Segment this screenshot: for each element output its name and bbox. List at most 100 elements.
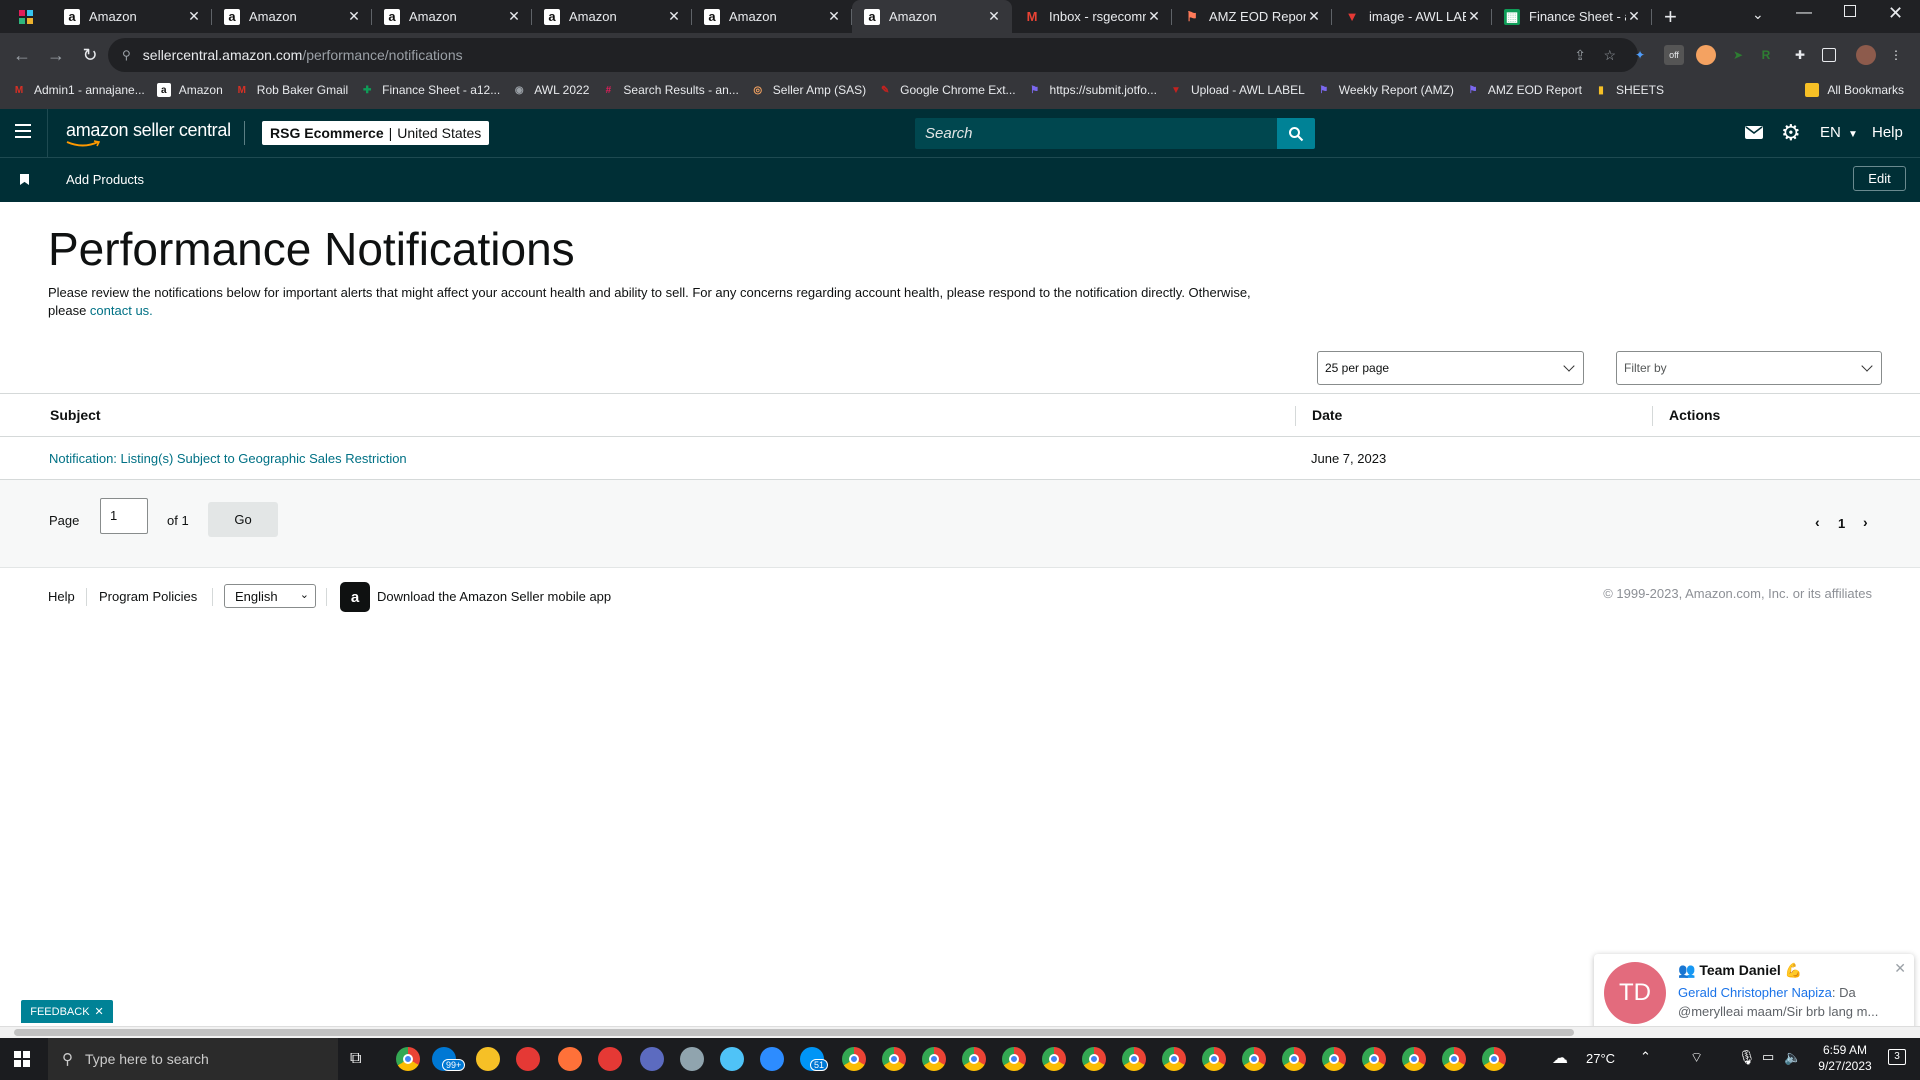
bookmark-item[interactable]: ▮ SHEETS xyxy=(1594,83,1664,97)
bookmark-item[interactable]: ◉ AWL 2022 xyxy=(512,83,590,97)
network-icon[interactable]: ⌔ xyxy=(1690,1049,1703,1067)
share-icon[interactable]: ⇪ xyxy=(1574,47,1586,64)
edit-bookmarks-button[interactable]: Edit xyxy=(1853,166,1906,191)
column-header-date[interactable]: Date xyxy=(1312,394,1342,436)
show-hidden-icons-icon[interactable]: ⌃ xyxy=(1640,1049,1651,1065)
bookmark-item[interactable]: ▼ Upload - AWL LABEL xyxy=(1169,83,1305,97)
close-tab-icon[interactable]: ✕ xyxy=(666,8,682,25)
download-app-link[interactable]: Download the Amazon Seller mobile app xyxy=(377,589,611,604)
new-tab-button[interactable]: + xyxy=(1664,0,1677,33)
close-tab-icon[interactable]: ✕ xyxy=(1466,8,1482,25)
dropbox-extension-icon[interactable]: ✦ xyxy=(1630,45,1650,65)
notification-subject-link[interactable]: Notification: Listing(s) Subject to Geog… xyxy=(49,451,407,466)
chat-notification[interactable]: TD 👥 Team Daniel 💪 Gerald Christopher Na… xyxy=(1594,954,1914,1034)
bookmark-item[interactable]: ⚑ Weekly Report (AMZ) xyxy=(1317,83,1454,97)
chrome-icon[interactable] xyxy=(396,1047,420,1071)
weather-temp[interactable]: 27°C xyxy=(1586,1051,1615,1066)
help-link[interactable]: Help xyxy=(1872,124,1903,141)
chrome-icon[interactable] xyxy=(1202,1047,1226,1071)
weather-icon[interactable]: ☁ xyxy=(1552,1048,1568,1068)
chrome-menu-icon[interactable]: ⋮ xyxy=(1886,45,1906,65)
close-tab-icon[interactable]: ✕ xyxy=(1146,8,1162,25)
file-explorer-icon[interactable] xyxy=(476,1047,500,1071)
bookmark-icon[interactable] xyxy=(20,174,29,185)
notification-center-icon[interactable]: 3 xyxy=(1888,1049,1906,1065)
volume-icon[interactable]: 🔈 xyxy=(1784,1049,1801,1066)
chrome-icon[interactable] xyxy=(1362,1047,1386,1071)
chrome-icon[interactable] xyxy=(882,1047,906,1071)
close-icon[interactable]: ✕ xyxy=(95,1005,104,1018)
bookmark-item[interactable]: M Rob Baker Gmail xyxy=(235,83,349,97)
chrome-icon[interactable] xyxy=(922,1047,946,1071)
wps-icon[interactable] xyxy=(598,1047,622,1071)
account-switcher[interactable]: RSG Ecommerce | United States xyxy=(262,121,490,145)
previous-page-icon[interactable]: ‹ xyxy=(1815,514,1820,530)
reload-icon[interactable]: ↻ xyxy=(76,41,104,69)
chrome-icon[interactable] xyxy=(1042,1047,1066,1071)
arrow-extension-icon[interactable]: ➤ xyxy=(1728,45,1748,65)
microphone-icon[interactable]: 🎙 xyxy=(1738,1049,1756,1066)
messenger-icon[interactable]: 51 xyxy=(800,1047,829,1071)
close-tab-icon[interactable]: ✕ xyxy=(826,8,842,25)
per-page-select[interactable]: 25 per page xyxy=(1317,351,1584,385)
chrome-icon[interactable] xyxy=(1482,1047,1506,1071)
r-extension-icon[interactable]: R xyxy=(1756,45,1776,65)
site-info-icon[interactable]: ⚲ xyxy=(122,48,131,62)
current-page-number[interactable]: 1 xyxy=(1838,516,1845,531)
battery-icon[interactable]: ▭ xyxy=(1762,1049,1774,1065)
chrome-icon[interactable] xyxy=(1002,1047,1026,1071)
forward-icon[interactable]: → xyxy=(42,41,70,69)
filter-select[interactable]: Filter by xyxy=(1616,351,1882,385)
zoom-icon[interactable] xyxy=(760,1047,784,1071)
scrollbar-thumb[interactable] xyxy=(14,1029,1574,1036)
column-header-subject[interactable]: Subject xyxy=(50,394,101,436)
restore-button[interactable] xyxy=(1844,5,1856,17)
chrome-icon[interactable] xyxy=(962,1047,986,1071)
task-view-icon[interactable]: ⧉ xyxy=(350,1050,361,1068)
settings-gear-icon[interactable]: ⚙ xyxy=(1781,120,1801,146)
search-button[interactable] xyxy=(1277,118,1315,149)
close-window-button[interactable]: ✕ xyxy=(1888,3,1903,24)
browser-tab[interactable]: a Amazon ✕ xyxy=(852,0,1012,33)
taskbar-search-box[interactable]: ⚲ Type here to search xyxy=(48,1038,338,1080)
bookmark-item[interactable]: ◎ Seller Amp (SAS) xyxy=(751,83,866,97)
bookmark-item[interactable]: ✎ Google Chrome Ext... xyxy=(878,83,1016,97)
tab-search-icon[interactable] xyxy=(14,0,38,33)
paint-icon[interactable] xyxy=(516,1047,540,1071)
amazon-app-icon[interactable]: a xyxy=(340,582,370,612)
horizontal-scrollbar[interactable] xyxy=(0,1026,1920,1038)
chrome-icon[interactable] xyxy=(1322,1047,1346,1071)
app-icon[interactable] xyxy=(680,1047,704,1071)
side-panel-icon[interactable] xyxy=(1822,48,1836,62)
chrome-icon[interactable] xyxy=(1082,1047,1106,1071)
chrome-icon[interactable] xyxy=(1402,1047,1426,1071)
close-tab-icon[interactable]: ✕ xyxy=(346,8,362,25)
next-page-icon[interactable]: › xyxy=(1863,514,1868,530)
browser-tab[interactable]: a Amazon ✕ xyxy=(52,0,212,33)
minimize-button[interactable]: — xyxy=(1796,4,1812,22)
bookmark-item[interactable]: M Admin1 - annajane... xyxy=(12,83,145,97)
browser-tab[interactable]: ▦ Finance Sheet - a1✕ xyxy=(1492,0,1652,33)
seller-central-logo[interactable]: amazon seller central xyxy=(66,120,231,147)
bookmark-item[interactable]: a Amazon xyxy=(156,83,223,97)
star-icon[interactable]: ☆ xyxy=(1603,47,1616,64)
extension-off-icon[interactable]: off xyxy=(1664,45,1684,65)
calculator-icon[interactable] xyxy=(640,1047,664,1071)
close-tab-icon[interactable]: ✕ xyxy=(1626,8,1642,25)
browser-tab[interactable]: ▼ image - AWL LABE✕ xyxy=(1332,0,1492,33)
back-icon[interactable]: ← xyxy=(8,41,36,69)
bookmark-item[interactable]: # Search Results - an... xyxy=(601,83,739,97)
chrome-icon[interactable] xyxy=(1442,1047,1466,1071)
notes-icon[interactable] xyxy=(720,1047,744,1071)
close-tab-icon[interactable]: ✕ xyxy=(986,8,1002,25)
chrome-icon[interactable] xyxy=(1282,1047,1306,1071)
mail-icon[interactable] xyxy=(1745,126,1763,139)
bookmark-item[interactable]: ✚ Finance Sheet - a12... xyxy=(360,83,500,97)
mail-app-icon[interactable]: 99+ xyxy=(432,1047,466,1071)
chrome-icon[interactable] xyxy=(1242,1047,1266,1071)
firefox-icon[interactable] xyxy=(558,1047,582,1071)
search-input[interactable]: Search xyxy=(915,118,1277,149)
puzzle-extensions-icon[interactable]: ✚ xyxy=(1790,45,1810,65)
all-bookmarks[interactable]: All Bookmarks xyxy=(1805,83,1904,97)
add-products-link[interactable]: Add Products xyxy=(66,172,144,187)
